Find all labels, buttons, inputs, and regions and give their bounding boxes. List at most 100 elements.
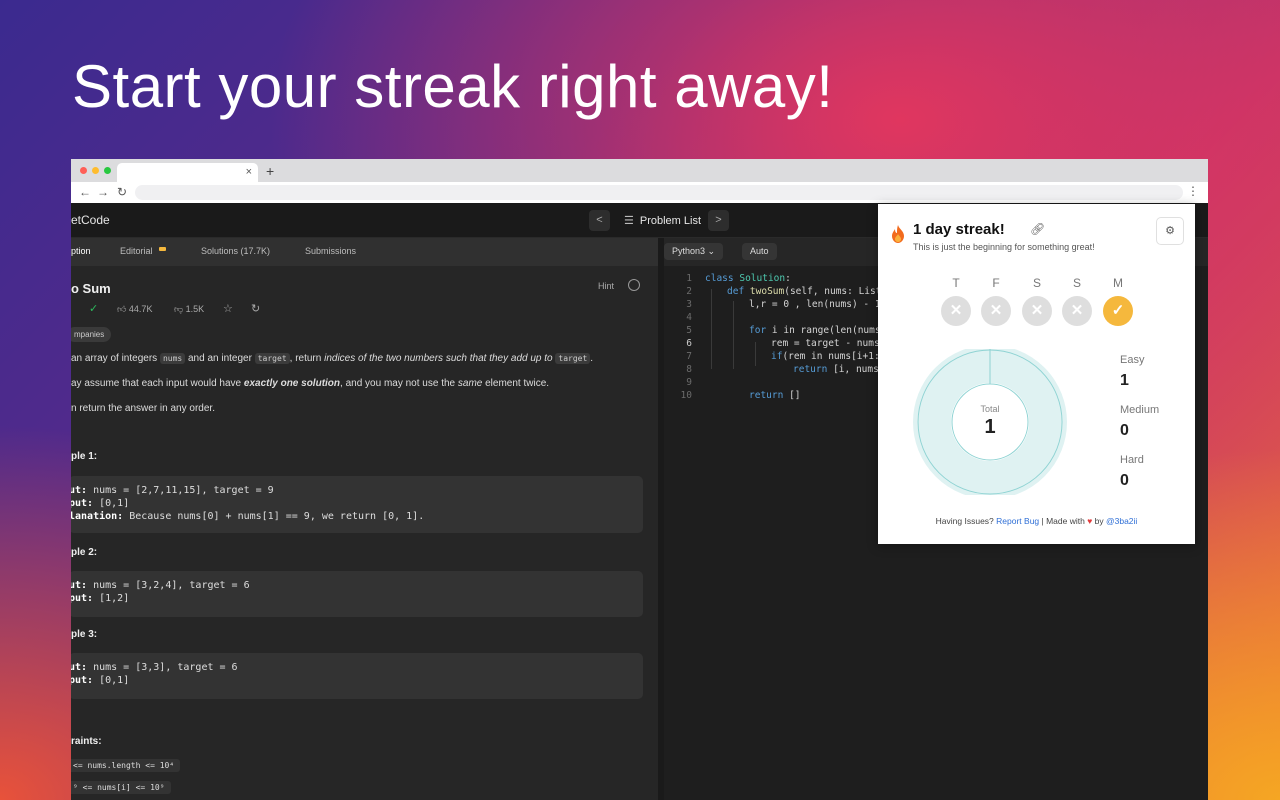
desc-emphasis: indices of the two numbers such that the… — [324, 353, 553, 364]
streak-title: 1 day streak! — [913, 221, 1005, 238]
editorial-badge-icon — [159, 247, 166, 251]
desc-text: , return — [289, 353, 322, 364]
desc-text: . — [590, 353, 594, 364]
indent-guide — [755, 342, 756, 366]
problem-list-label: Problem List — [639, 215, 702, 227]
day-missed-x-icon: ✕ — [1022, 296, 1052, 326]
leetcode-logo[interactable]: etCode — [71, 213, 110, 227]
companies-tag[interactable]: mpanies — [71, 327, 112, 342]
code-chip: nums — [159, 353, 186, 364]
example-line: put: [1,2] — [71, 593, 130, 604]
constraint-item: ⁹ <= nums[i] <= 10⁹ — [71, 781, 171, 794]
streak-popup: 1 day streak! 🔗︎ This is just the beginn… — [878, 204, 1195, 544]
tab-solutions[interactable]: Solutions (17.7K) — [201, 246, 270, 256]
author-link[interactable]: @3ba2ii — [1106, 516, 1137, 526]
star-icon[interactable]: ☆ — [223, 302, 233, 315]
close-window-dot[interactable] — [80, 167, 87, 174]
timer-icon[interactable] — [628, 279, 640, 291]
list-icon: ☰ — [624, 215, 634, 227]
example-line: lanation: Because nums[0] + nums[1] == 9… — [71, 511, 425, 522]
new-tab-icon[interactable]: + — [266, 163, 274, 179]
medium-label: Medium — [1120, 404, 1160, 416]
problem-list-button[interactable]: ☰ Problem List — [624, 214, 701, 227]
tab-close-icon[interactable]: × — [246, 166, 252, 178]
next-problem-button[interactable]: > — [708, 210, 729, 231]
prev-problem-button[interactable]: < — [589, 210, 610, 231]
footer-text: Having Issues? — [935, 516, 994, 526]
example-2-box: ut: nums = [3,2,4], target = 6 put: [1,2… — [71, 571, 643, 617]
heart-icon: ♥ — [1087, 516, 1093, 526]
thumbs-down-icon: 👎︎ — [174, 304, 184, 314]
popup-footer: Having Issues? Report Bug | Made with ♥ … — [878, 516, 1195, 526]
desc-text: , and you may not use the — [340, 378, 456, 389]
medium-value: 0 — [1120, 422, 1129, 439]
easy-label: Easy — [1120, 354, 1145, 366]
reload-icon[interactable]: ↻ — [117, 185, 127, 199]
constraints-title: raints: — [71, 736, 102, 747]
total-label: Total — [980, 404, 1000, 414]
day-label: F — [992, 276, 1000, 290]
example-line: ut: nums = [3,3], target = 6 — [71, 662, 238, 673]
fire-icon — [892, 225, 904, 243]
constraint-item: <= nums.length <= 10⁴ — [71, 759, 181, 772]
indent-guide — [733, 301, 734, 369]
tab-submissions[interactable]: Submissions — [305, 246, 356, 256]
hint-button[interactable]: Hint — [598, 281, 614, 291]
address-bar-row: ← → ↻ ⋮ — [71, 182, 1208, 204]
description-line-1: an array of integers nums and an integer… — [71, 353, 593, 364]
day-missed-x-icon: ✕ — [981, 296, 1011, 326]
code-chip: target — [555, 353, 591, 364]
example-3-title: ple 3: — [71, 629, 98, 640]
problem-title: o Sum — [71, 281, 111, 296]
tab-description[interactable]: ption — [71, 246, 91, 256]
thumbs-up-icon: 👍︎ — [117, 304, 127, 314]
hard-label: Hard — [1120, 454, 1144, 466]
hard-value: 0 — [1120, 472, 1129, 489]
settings-gear-icon[interactable]: ⚙ — [1156, 217, 1184, 245]
dislike-button[interactable]: 👎︎ 1.5K — [174, 304, 204, 315]
link-icon[interactable]: 🔗︎ — [1030, 222, 1045, 236]
day-missed-x-icon: ✕ — [1062, 296, 1092, 326]
minimize-window-dot[interactable] — [92, 167, 99, 174]
example-1-box: ut: nums = [2,7,11,15], target = 9 put: … — [71, 476, 643, 533]
auto-mode-button[interactable]: Auto — [742, 243, 777, 260]
desc-emphasis: exactly one solution — [243, 378, 341, 389]
example-1-title: ple 1: — [71, 451, 98, 462]
desc-text: an array of integers — [71, 353, 158, 364]
streak-subtitle: This is just the beginning for something… — [913, 242, 1095, 252]
example-line: put: [0,1] — [71, 498, 130, 509]
browser-tab[interactable]: × — [117, 163, 258, 182]
example-line: put: [0,1] — [71, 675, 130, 686]
mode-label: Auto — [750, 246, 769, 256]
browser-tabbar: × + — [71, 159, 1208, 182]
desc-emphasis: same — [457, 378, 483, 389]
forward-arrow-icon[interactable]: → — [97, 185, 109, 199]
total-value: 1 — [984, 416, 996, 438]
example-2-title: ple 2: — [71, 547, 98, 558]
url-input[interactable] — [135, 185, 1183, 200]
desc-text: ay assume that each input would have — [71, 378, 242, 389]
browser-menu-icon[interactable]: ⋮ — [1187, 184, 1199, 198]
day-label: S — [1072, 276, 1081, 290]
code-chip: target — [254, 353, 290, 364]
example-line: ut: nums = [2,7,11,15], target = 9 — [71, 485, 274, 496]
day-label: T — [952, 276, 960, 290]
dislike-count: 1.5K — [185, 304, 205, 314]
like-button[interactable]: 👍︎ 44.7K — [117, 304, 152, 315]
tab-editorial[interactable]: Editorial — [120, 246, 153, 256]
report-bug-link[interactable]: Report Bug — [996, 516, 1039, 526]
desc-text: element twice. — [485, 378, 550, 389]
solved-check-icon: ✓ — [89, 303, 99, 315]
share-icon[interactable]: ↻ — [251, 302, 260, 315]
problem-panel: ption Editorial Solutions (17.7K) Submis… — [71, 238, 658, 800]
day-label: S — [1032, 276, 1041, 290]
footer-text: by — [1094, 516, 1104, 526]
language-select[interactable]: Python3 ⌄ — [664, 243, 724, 260]
easy-value: 1 — [1120, 372, 1129, 389]
maximize-window-dot[interactable] — [104, 167, 111, 174]
back-arrow-icon[interactable]: ← — [79, 185, 91, 199]
day-label: M — [1113, 276, 1123, 290]
example-3-box: ut: nums = [3,3], target = 6 put: [0,1] — [71, 653, 643, 699]
like-count: 44.7K — [128, 304, 153, 314]
footer-text: | Made with — [1041, 516, 1085, 526]
